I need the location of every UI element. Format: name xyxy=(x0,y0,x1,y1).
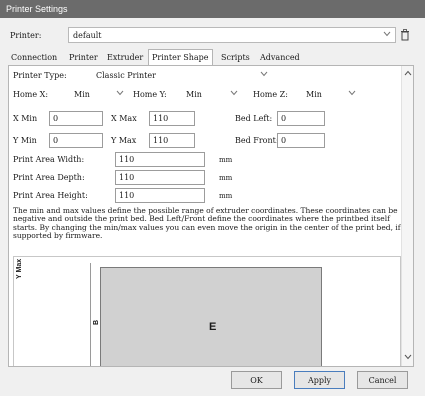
bed-left-field[interactable]: 0 xyxy=(277,111,325,126)
cancel-button[interactable]: Cancel xyxy=(357,371,408,389)
home-x-dropdown[interactable]: Min xyxy=(65,86,129,102)
coordinates-description: The min and max values define the possib… xyxy=(13,206,401,241)
x-max-field[interactable]: 110 xyxy=(149,111,195,126)
ok-button[interactable]: OK xyxy=(231,371,282,389)
home-z-label: Home Z: xyxy=(253,90,288,99)
bed-side-label: B xyxy=(93,319,101,326)
home-z-dropdown[interactable]: Min xyxy=(297,86,361,102)
home-y-dropdown[interactable]: Min xyxy=(177,86,243,102)
y-max-label: Y Max xyxy=(111,136,137,145)
settings-tabs: Connection Printer Extruder Printer Shap… xyxy=(8,49,414,66)
bed-front-label: Bed Front: xyxy=(235,136,279,145)
tab-printer-shape[interactable]: Printer Shape xyxy=(148,49,213,66)
home-x-label: Home X: xyxy=(13,90,49,99)
bed-front-field[interactable]: 0 xyxy=(277,133,325,148)
chevron-down-icon xyxy=(348,90,356,96)
printer-dropdown[interactable]: default xyxy=(68,27,396,43)
apply-button[interactable]: Apply xyxy=(294,371,345,389)
x-min-value: 0 xyxy=(53,114,59,123)
print-area-width-field[interactable]: 110 xyxy=(115,152,205,167)
chevron-down-icon xyxy=(260,71,268,77)
x-max-label: X Max xyxy=(111,114,137,123)
y-axis-line xyxy=(90,263,91,366)
bed-front-value: 0 xyxy=(281,136,287,145)
printer-type-value: Classic Printer xyxy=(96,71,156,80)
print-area-height-field[interactable]: 110 xyxy=(115,188,205,203)
tab-advanced[interactable]: Advanced xyxy=(257,51,303,65)
y-min-label: Y Min xyxy=(13,136,37,145)
home-y-value: Min xyxy=(186,90,202,99)
print-area-depth-label: Print Area Depth: xyxy=(13,173,85,182)
vertical-scrollbar[interactable] xyxy=(401,66,413,366)
bed-left-label: Bed Left: xyxy=(235,114,273,123)
print-area-depth-value: 110 xyxy=(119,173,135,182)
tab-printer[interactable]: Printer xyxy=(66,51,101,65)
window-title: Printer Settings xyxy=(0,0,425,18)
printer-dropdown-value: default xyxy=(73,31,102,40)
chevron-down-icon xyxy=(383,31,391,37)
print-area-depth-unit: mm xyxy=(219,174,233,182)
scroll-up-icon[interactable] xyxy=(404,70,412,76)
print-area-height-value: 110 xyxy=(119,191,135,200)
y-max-value: 110 xyxy=(153,136,169,145)
print-area-depth-field[interactable]: 110 xyxy=(115,170,205,185)
home-x-value: Min xyxy=(74,90,90,99)
home-z-value: Min xyxy=(306,90,322,99)
printer-type-dropdown[interactable]: Classic Printer xyxy=(91,67,273,83)
tab-extruder[interactable]: Extruder xyxy=(104,51,146,65)
chevron-down-icon xyxy=(116,90,124,96)
print-area-height-label: Print Area Height: xyxy=(13,191,88,200)
printer-selector-row: Printer: default xyxy=(8,27,412,45)
y-min-field[interactable]: 0 xyxy=(49,133,103,148)
tab-connection[interactable]: Connection xyxy=(8,51,60,65)
printer-type-label: Printer Type: xyxy=(13,71,67,80)
home-y-label: Home Y: xyxy=(133,90,167,99)
print-area-width-unit: mm xyxy=(219,156,233,164)
print-area-width-value: 110 xyxy=(119,155,135,164)
tab-scripts[interactable]: Scripts xyxy=(218,51,253,65)
print-bed-preview: Y Max B E xyxy=(13,256,401,366)
y-max-field[interactable]: 110 xyxy=(149,133,195,148)
printer-shape-panel: Printer Type: Classic Printer Home X: Mi… xyxy=(8,65,414,367)
print-area-width-label: Print Area Width: xyxy=(13,155,85,164)
scroll-down-icon[interactable] xyxy=(404,354,412,360)
trash-icon[interactable] xyxy=(400,29,410,41)
print-bed-area xyxy=(100,267,322,366)
x-max-value: 110 xyxy=(153,114,169,123)
print-area-height-unit: mm xyxy=(219,192,233,200)
x-min-label: X Min xyxy=(13,114,38,123)
y-min-value: 0 xyxy=(53,136,59,145)
bed-letter: E xyxy=(209,321,217,333)
y-axis-label: Y Max xyxy=(16,258,23,279)
chevron-down-icon xyxy=(230,90,238,96)
printer-label: Printer: xyxy=(10,31,42,40)
bed-left-value: 0 xyxy=(281,114,287,123)
x-min-field[interactable]: 0 xyxy=(49,111,103,126)
